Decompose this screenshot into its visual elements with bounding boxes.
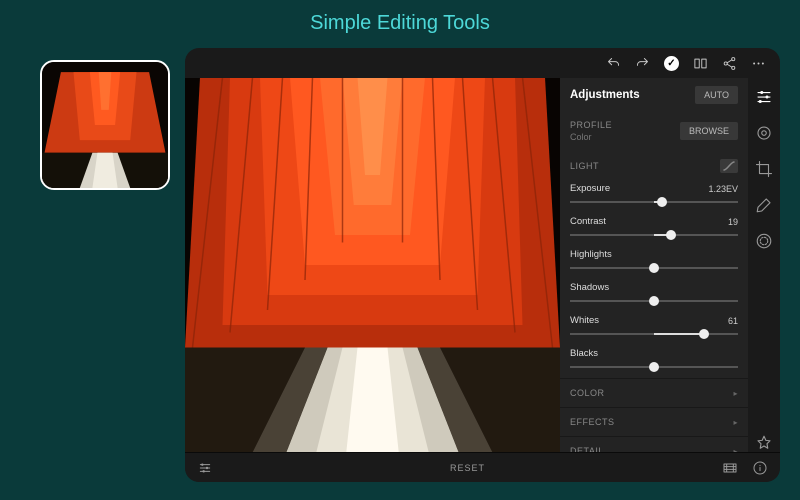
slider-label: Highlights — [570, 249, 612, 260]
light-section-label: LIGHT — [570, 161, 599, 171]
compare-icon[interactable] — [693, 56, 708, 71]
auto-button[interactable]: AUTO — [695, 86, 738, 104]
tone-curve-icon[interactable] — [720, 159, 738, 173]
slider-value: 1.23EV — [708, 184, 738, 194]
slider-knob[interactable] — [657, 197, 667, 207]
slider-track-whites[interactable] — [570, 328, 738, 340]
section-color[interactable]: COLOR ▸ — [560, 378, 748, 407]
section-label: COLOR — [570, 388, 605, 398]
profile-label: PROFILE — [570, 120, 612, 130]
light-sliders: Exposure 1.23EV Contrast 19 Highlights Shadow… — [560, 180, 748, 378]
radial-tool-icon[interactable] — [755, 232, 773, 250]
thumbnail-image — [42, 62, 168, 188]
star-icon[interactable] — [755, 434, 773, 452]
slider-value: 19 — [728, 217, 738, 227]
target-adjust-tool-icon[interactable] — [755, 124, 773, 142]
redo-icon[interactable] — [635, 56, 650, 71]
slider-track-highlights[interactable] — [570, 262, 738, 274]
chevron-right-icon: ▸ — [733, 389, 738, 398]
slider-track-blacks[interactable] — [570, 361, 738, 373]
slider-track-shadows[interactable] — [570, 295, 738, 307]
slider-track-contrast[interactable] — [570, 229, 738, 241]
slider-exposure: Exposure 1.23EV — [560, 180, 748, 196]
section-effects[interactable]: EFFECTS ▸ — [560, 407, 748, 436]
top-toolbar: ✓ — [185, 48, 780, 78]
section-label: EFFECTS — [570, 417, 615, 427]
chevron-right-icon: ▸ — [733, 418, 738, 427]
slider-label: Blacks — [570, 348, 598, 359]
slider-label: Shadows — [570, 282, 609, 293]
main-image — [185, 78, 560, 452]
section-detail[interactable]: DETAIL▸ — [560, 436, 748, 452]
settings-icon[interactable] — [197, 460, 213, 476]
undo-icon[interactable] — [606, 56, 621, 71]
share-icon[interactable] — [722, 56, 737, 71]
collapsed-sections: COLOR ▸ EFFECTS ▸ DETAIL▸ — [560, 378, 748, 452]
slider-knob[interactable] — [699, 329, 709, 339]
slider-contrast: Contrast 19 — [560, 213, 748, 229]
banner-title: Simple Editing Tools — [310, 12, 490, 35]
cloud-status-icon[interactable]: ✓ — [664, 56, 679, 71]
slider-label: Whites — [570, 315, 599, 326]
reset-button[interactable]: RESET — [450, 463, 485, 473]
more-icon[interactable] — [751, 56, 766, 71]
filmstrip-icon[interactable] — [722, 460, 738, 476]
profile-row: PROFILE Color BROWSE — [560, 112, 748, 152]
profile-value: Color — [570, 132, 612, 142]
image-canvas[interactable] — [185, 78, 560, 452]
edit-sliders-tool-icon[interactable] — [755, 88, 773, 106]
slider-blacks: Blacks — [560, 345, 748, 361]
slider-track-exposure[interactable] — [570, 196, 738, 208]
panel-title: Adjustments — [570, 89, 640, 101]
slider-knob[interactable] — [649, 296, 659, 306]
app-window: ✓ — [185, 48, 780, 482]
slider-highlights: Highlights — [560, 246, 748, 262]
slider-shadows: Shadows — [560, 279, 748, 295]
browse-button[interactable]: BROWSE — [680, 122, 738, 140]
slider-knob[interactable] — [649, 263, 659, 273]
adjustments-panel: Adjustments AUTO PROFILE Color BROWSE LI… — [560, 78, 748, 452]
panel-header: Adjustments AUTO — [560, 78, 748, 112]
slider-knob[interactable] — [666, 230, 676, 240]
crop-tool-icon[interactable] — [755, 160, 773, 178]
brush-tool-icon[interactable] — [755, 196, 773, 214]
slider-value: 61 — [728, 316, 738, 326]
bottom-toolbar: RESET — [185, 452, 780, 482]
content-area: Adjustments AUTO PROFILE Color BROWSE LI… — [185, 78, 780, 452]
side-toolbar — [748, 78, 780, 452]
light-section-header[interactable]: LIGHT — [560, 152, 748, 180]
slider-knob[interactable] — [649, 362, 659, 372]
slider-label: Contrast — [570, 216, 606, 227]
info-icon[interactable] — [752, 460, 768, 476]
slider-whites: Whites 61 — [560, 312, 748, 328]
thumbnail-preview — [40, 60, 170, 190]
slider-label: Exposure — [570, 183, 610, 194]
